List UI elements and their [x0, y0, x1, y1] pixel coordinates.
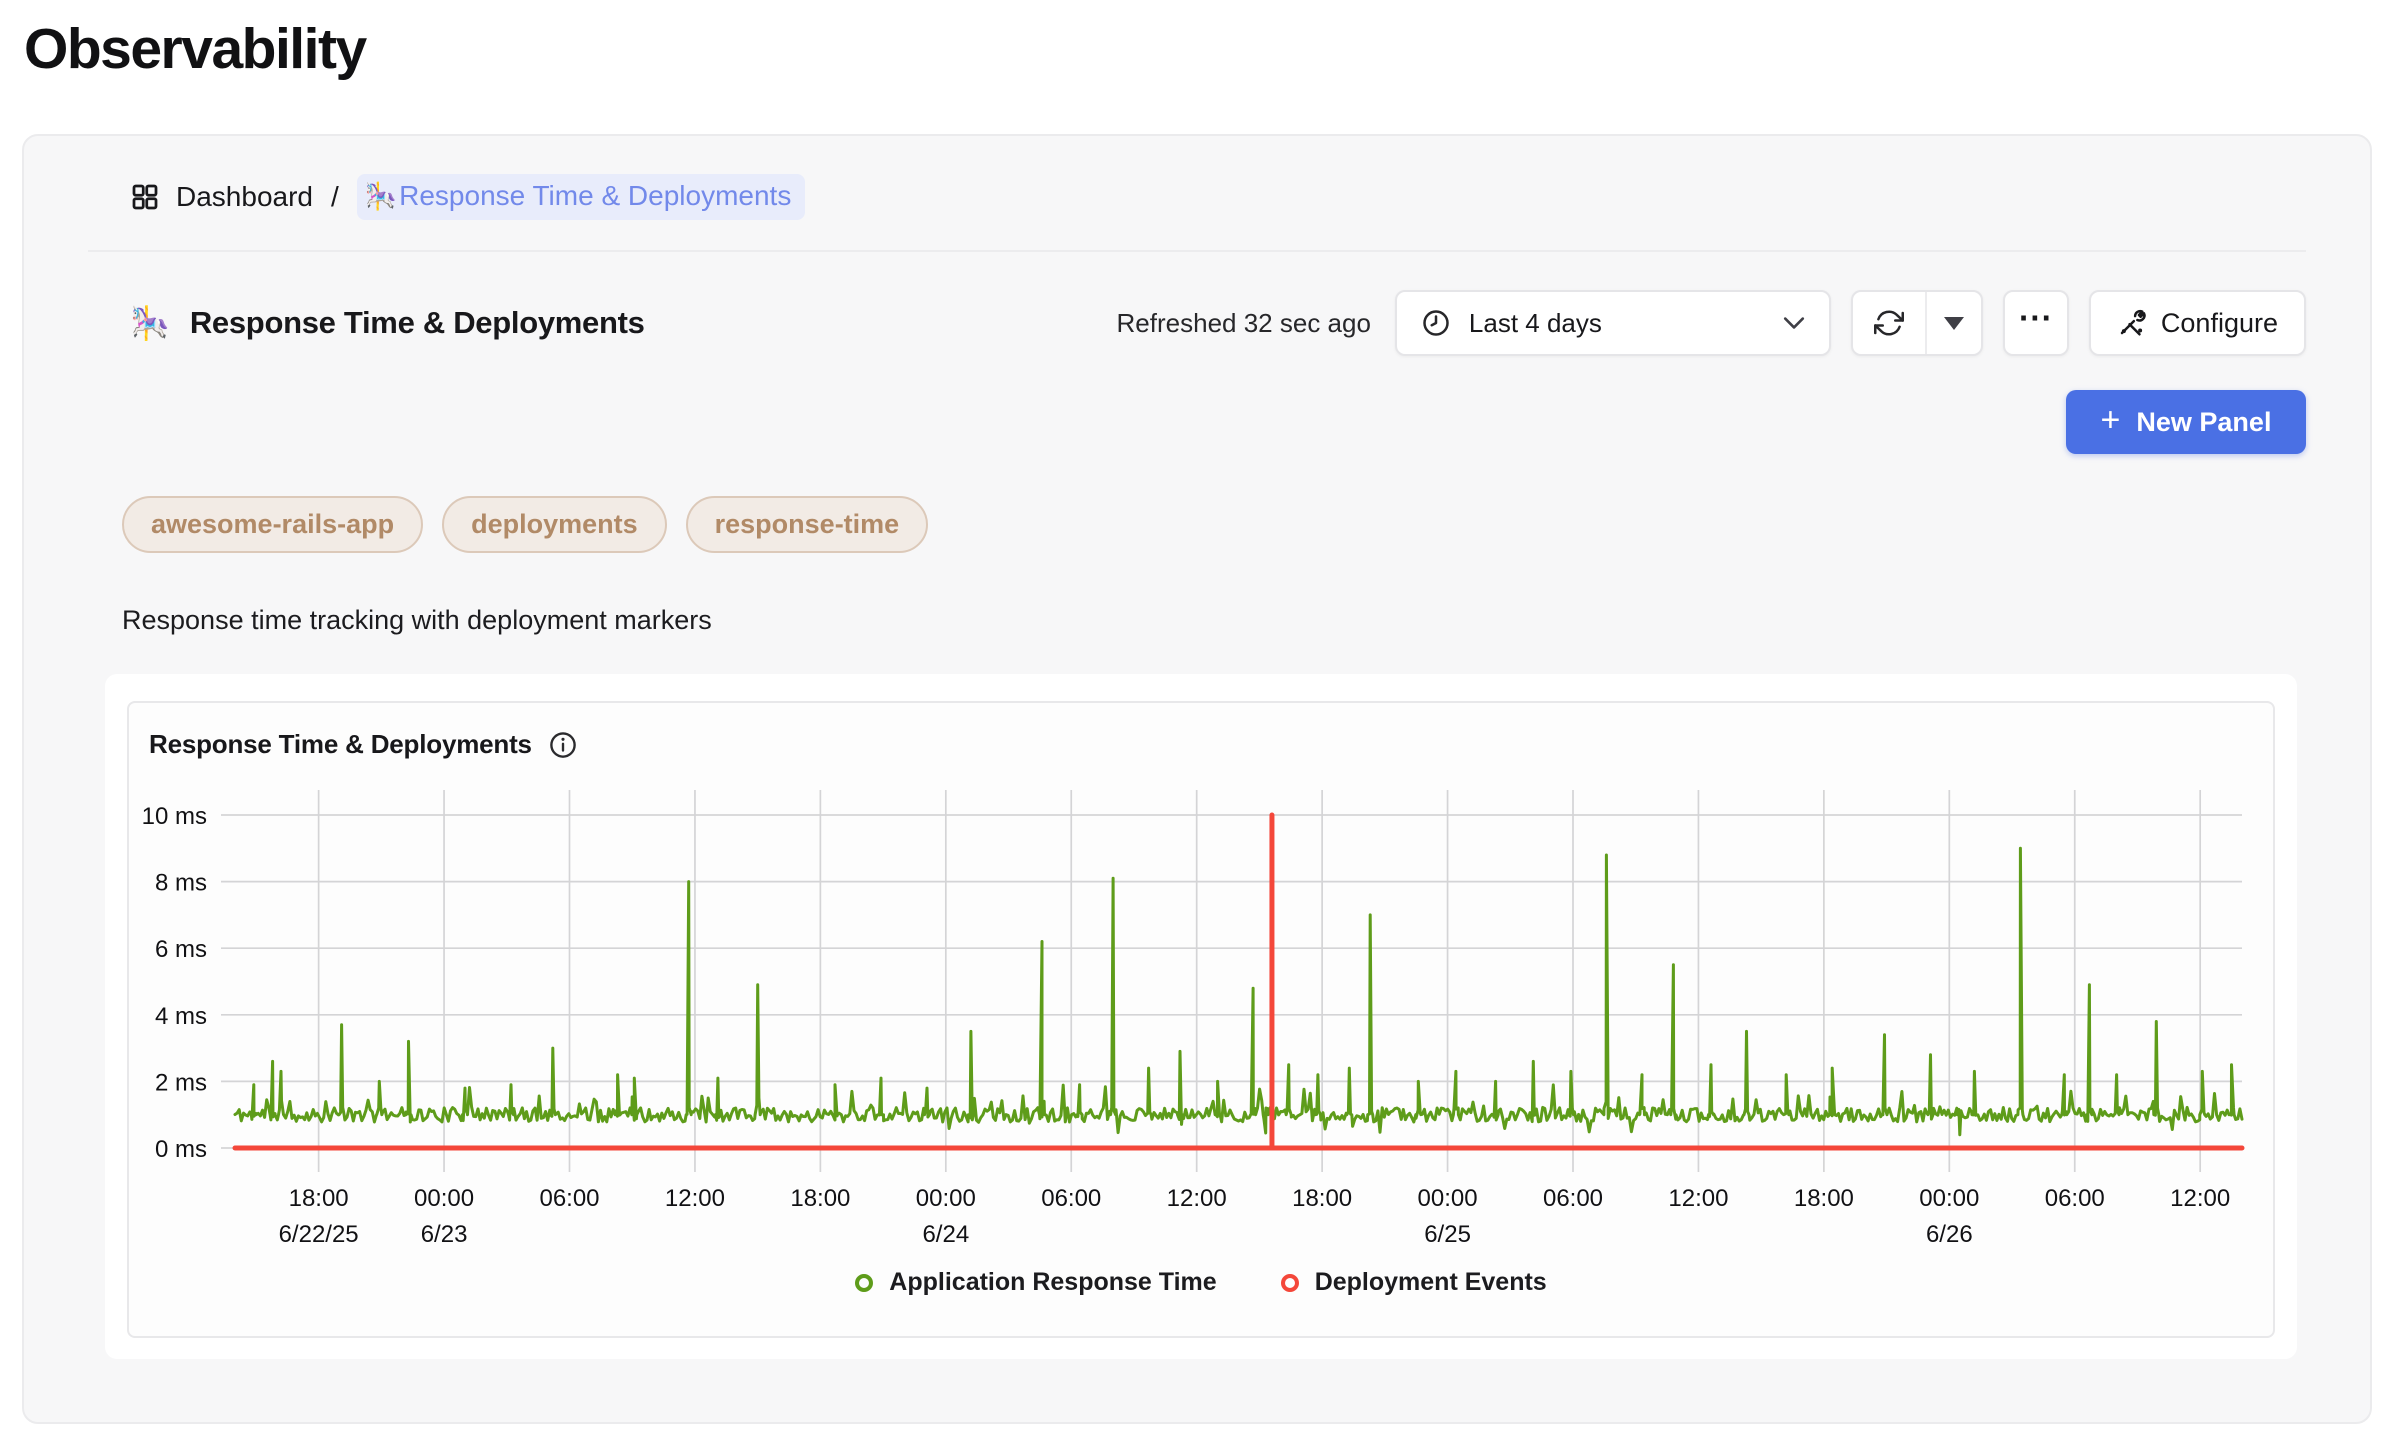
- info-icon[interactable]: [548, 730, 578, 760]
- svg-text:18:00: 18:00: [1794, 1185, 1854, 1212]
- svg-text:6/26: 6/26: [1926, 1221, 1973, 1248]
- svg-text:00:00: 00:00: [414, 1185, 474, 1212]
- refresh-split-button: [1851, 290, 1983, 356]
- svg-text:2 ms: 2 ms: [155, 1069, 207, 1096]
- svg-text:06:00: 06:00: [539, 1185, 599, 1212]
- chevron-down-icon: [1783, 316, 1805, 330]
- legend-item-deployment-events[interactable]: Deployment Events: [1281, 1268, 1547, 1297]
- svg-text:6/22/25: 6/22/25: [279, 1221, 359, 1248]
- new-panel-row: + New Panel: [88, 390, 2306, 454]
- svg-text:00:00: 00:00: [916, 1185, 976, 1212]
- chart-panel: Response Time & Deployments 18:00 6/22/25…: [127, 701, 2275, 1338]
- svg-text:12:00: 12:00: [1668, 1185, 1728, 1212]
- svg-text:00:00: 00:00: [1418, 1185, 1478, 1212]
- legend-swatch-green-ring: [855, 1274, 873, 1292]
- breadcrumb-current-chip[interactable]: 🎠 Response Time & Deployments: [357, 174, 806, 220]
- breadcrumb-dashboard-link[interactable]: Dashboard: [130, 181, 313, 213]
- svg-text:0 ms: 0 ms: [155, 1136, 207, 1163]
- carousel-horse-icon: 🎠: [130, 304, 170, 342]
- chart-title: Response Time & Deployments: [149, 729, 532, 760]
- tag-response-time[interactable]: response-time: [686, 496, 929, 553]
- svg-text:06:00: 06:00: [1041, 1185, 1101, 1212]
- svg-text:6 ms: 6 ms: [155, 936, 207, 963]
- configure-button[interactable]: Configure: [2089, 290, 2306, 356]
- svg-text:8 ms: 8 ms: [155, 870, 207, 897]
- configure-label: Configure: [2161, 308, 2278, 339]
- new-panel-button[interactable]: + New Panel: [2066, 390, 2306, 454]
- page-title: Observability: [24, 16, 2394, 82]
- svg-text:00:00: 00:00: [1919, 1185, 1979, 1212]
- tag-awesome-rails-app[interactable]: awesome-rails-app: [122, 496, 423, 553]
- svg-text:18:00: 18:00: [1292, 1185, 1352, 1212]
- legend-item-response-time[interactable]: Application Response Time: [855, 1268, 1216, 1297]
- chart-legend: Application Response Time Deployment Eve…: [129, 1268, 2273, 1297]
- ellipsis-icon: ⋯: [2018, 298, 2054, 338]
- panel-header: 🎠 Response Time & Deployments Refreshed …: [130, 290, 2306, 356]
- svg-text:12:00: 12:00: [665, 1185, 725, 1212]
- refresh-icon: [1874, 308, 1904, 338]
- refresh-options-button[interactable]: [1925, 292, 1981, 354]
- caret-down-icon: [1944, 317, 1964, 330]
- svg-text:6/24: 6/24: [922, 1221, 969, 1248]
- svg-text:12:00: 12:00: [2170, 1185, 2230, 1212]
- response-time-chart[interactable]: 18:00 6/22/25 00:00 6/23 06:00 12:00 18:00 00:0…: [141, 776, 2261, 1266]
- breadcrumb-divider: [88, 250, 2306, 252]
- refresh-button[interactable]: [1853, 292, 1925, 354]
- svg-text:18:00: 18:00: [289, 1185, 349, 1212]
- breadcrumb-separator: /: [331, 181, 339, 213]
- chart-title-row: Response Time & Deployments: [149, 729, 2273, 760]
- clock-icon: [1421, 308, 1451, 338]
- svg-text:18:00: 18:00: [790, 1185, 850, 1212]
- panel-title: Response Time & Deployments: [190, 305, 645, 341]
- breadcrumb: Dashboard / 🎠 Response Time & Deployment…: [130, 174, 2306, 220]
- tag-deployments[interactable]: deployments: [442, 496, 667, 553]
- svg-text:6/23: 6/23: [421, 1221, 468, 1248]
- breadcrumb-dashboard-label: Dashboard: [176, 181, 313, 213]
- svg-text:06:00: 06:00: [2045, 1185, 2105, 1212]
- dashboard-card: Dashboard / 🎠 Response Time & Deployment…: [22, 134, 2372, 1424]
- time-range-value: Last 4 days: [1469, 308, 1602, 339]
- tag-list: awesome-rails-app deployments response-t…: [122, 496, 2306, 553]
- legend-label-response-time: Application Response Time: [889, 1268, 1216, 1297]
- svg-text:10 ms: 10 ms: [142, 803, 207, 830]
- tools-icon: [2117, 308, 2147, 338]
- grid-icon: [130, 182, 160, 212]
- legend-label-deployment-events: Deployment Events: [1315, 1268, 1547, 1297]
- breadcrumb-current-label: Response Time & Deployments: [399, 180, 791, 212]
- time-range-dropdown[interactable]: Last 4 days: [1395, 290, 1831, 356]
- svg-text:6/25: 6/25: [1424, 1221, 1471, 1248]
- svg-text:06:00: 06:00: [1543, 1185, 1603, 1212]
- more-options-button[interactable]: ⋯: [2003, 290, 2069, 356]
- svg-text:4 ms: 4 ms: [155, 1003, 207, 1030]
- svg-text:12:00: 12:00: [1167, 1185, 1227, 1212]
- refreshed-status: Refreshed 32 sec ago: [1117, 308, 1371, 339]
- panel-description: Response time tracking with deployment m…: [122, 605, 2306, 636]
- plus-icon: +: [2101, 401, 2121, 440]
- legend-swatch-red-ring: [1281, 1274, 1299, 1292]
- header-controls: Refreshed 32 sec ago Last 4 days: [1117, 290, 2306, 356]
- carousel-horse-icon: 🎠: [365, 181, 397, 212]
- chart-container: Response Time & Deployments 18:00 6/22/25…: [105, 674, 2297, 1359]
- new-panel-label: New Panel: [2136, 407, 2271, 438]
